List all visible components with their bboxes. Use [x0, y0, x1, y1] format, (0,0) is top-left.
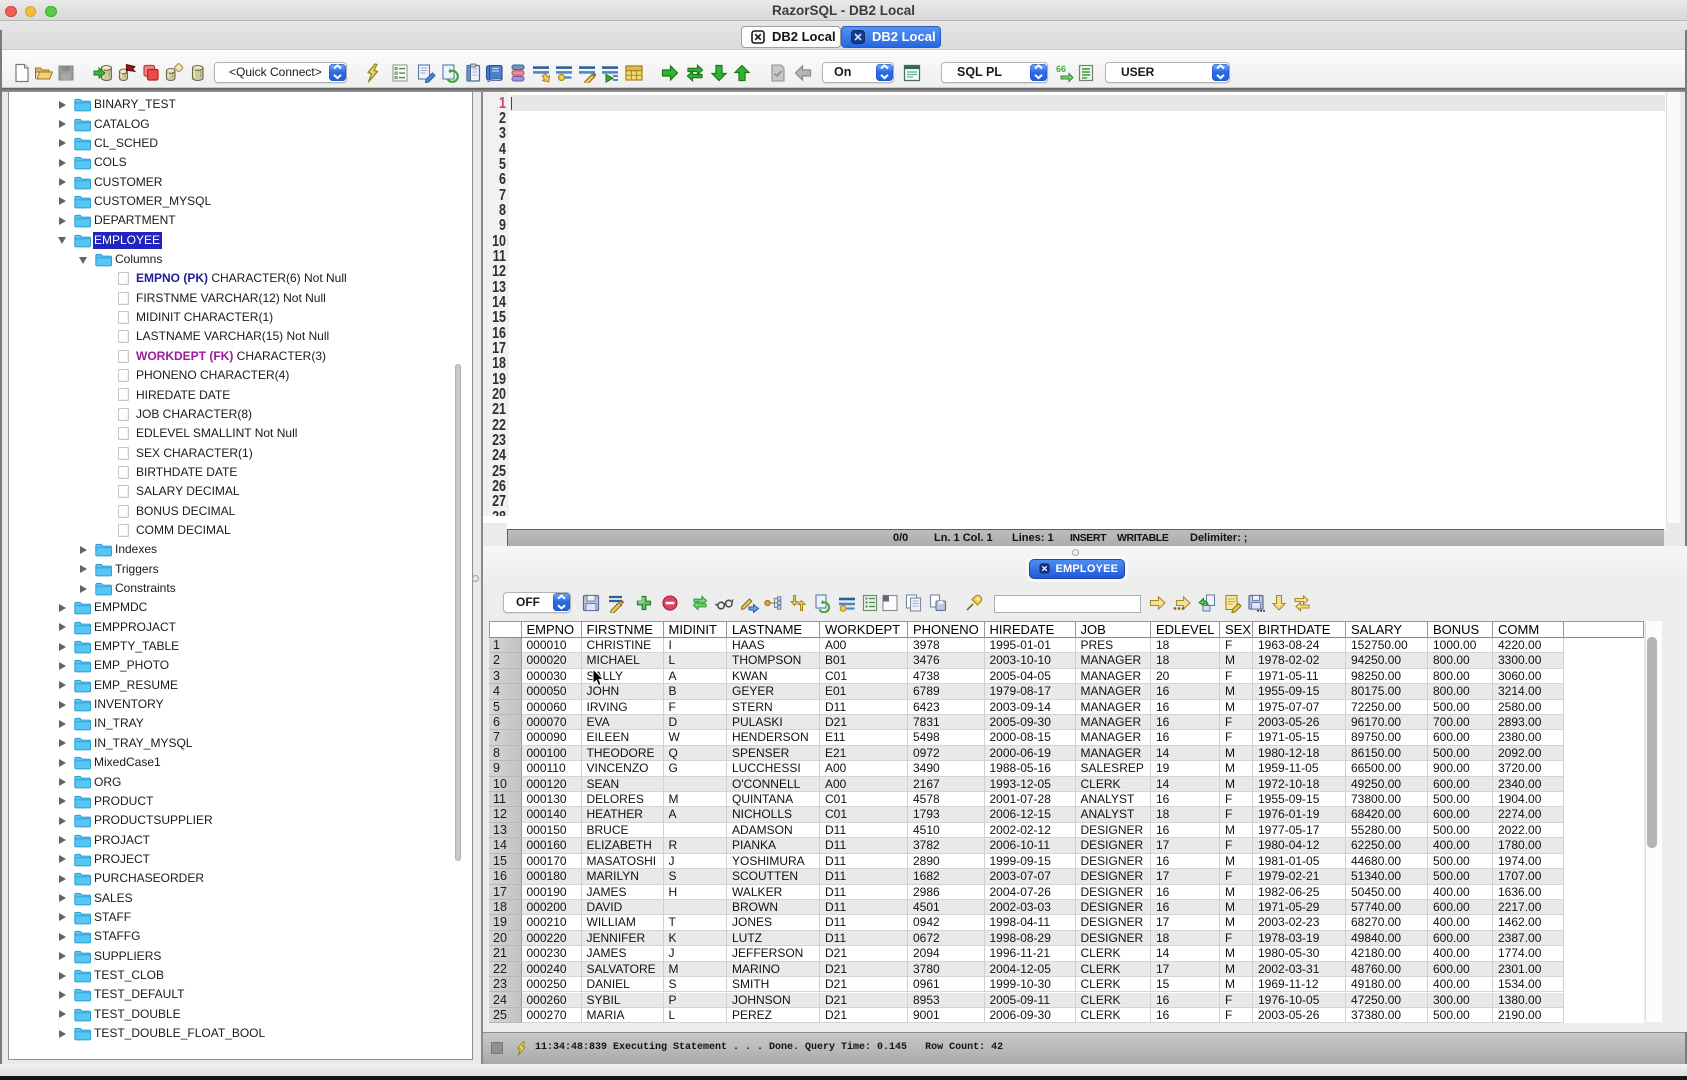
- svg-text:66: 66: [1056, 64, 1066, 74]
